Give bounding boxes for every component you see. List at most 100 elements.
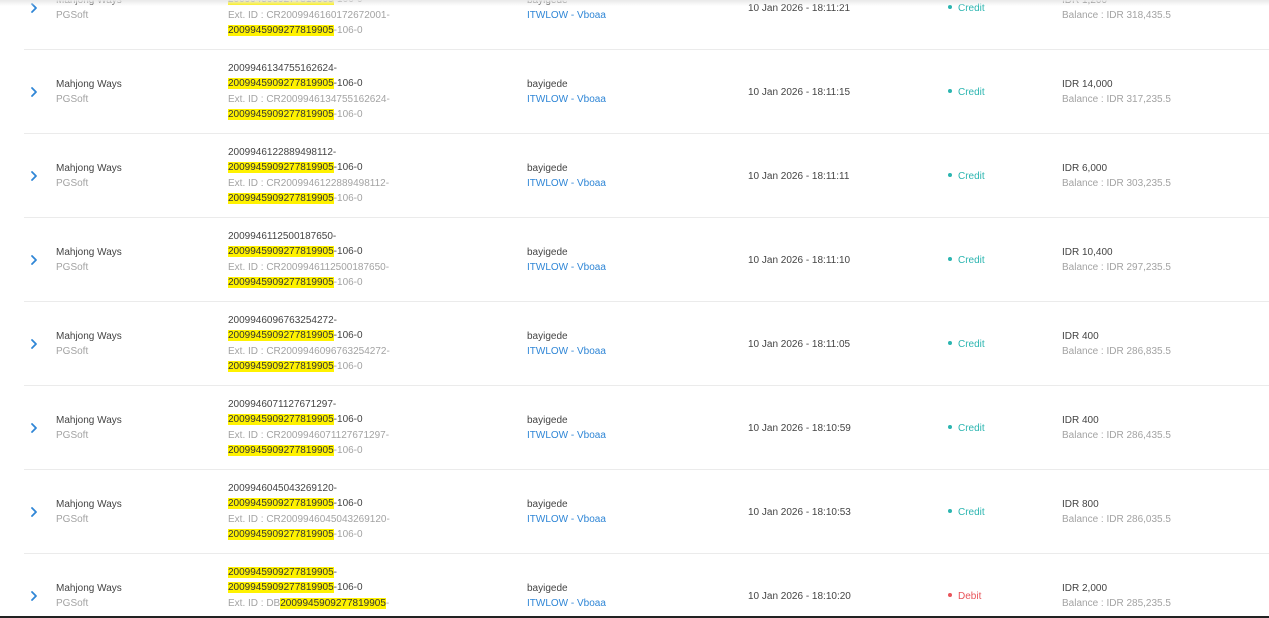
external-id-line: 2009945909277819905-106-0 xyxy=(228,360,363,373)
id-segment: Ext. ID : DB xyxy=(228,598,281,609)
highlighted-id: 2009945909277819905 xyxy=(228,529,334,540)
amount-value: IDR 6,000 xyxy=(1062,163,1108,174)
game-provider: PGSoft xyxy=(56,10,89,21)
external-id-line: Ext. ID : CR2009946122889498112- xyxy=(228,177,389,190)
external-id-line: 2009945909277819905-106-0 xyxy=(228,108,363,121)
game-provider: PGSoft xyxy=(56,430,89,441)
id-segment: 2009946134755162624- xyxy=(228,63,337,74)
transaction-id-line: 2009945909277819905-106-0 xyxy=(228,497,363,510)
external-id-line: 2009945909277819905-106-0 xyxy=(228,276,363,289)
table-row[interactable]: Mahjong Ways PGSoft 2009946071127671297- 20… xyxy=(24,386,1269,470)
external-id-line: 2009945909277819905-106-0 xyxy=(228,192,363,205)
transaction-id-line: 2009946134755162624- xyxy=(228,62,337,75)
id-segment: Ext. ID : CR2009946134755162624- xyxy=(228,94,390,105)
player-name: bayigede xyxy=(527,331,568,342)
chevron-right-icon[interactable] xyxy=(29,86,39,98)
chevron-right-icon[interactable] xyxy=(29,422,39,434)
agent-link[interactable]: ITWLOW - Vboaa xyxy=(527,9,606,22)
agent-link[interactable]: ITWLOW - Vboaa xyxy=(527,429,606,442)
id-segment: -106-0 xyxy=(333,330,363,341)
table-row[interactable]: Mahjong WaysPGSoft2009945909277819905-10… xyxy=(24,0,1269,50)
table-row[interactable]: Mahjong Ways PGSoft 2009946112500187650- 20… xyxy=(24,218,1269,302)
highlighted-id: 2009945909277819905 xyxy=(228,277,334,288)
table-row[interactable]: Mahjong Ways PGSoft 2009946134755162624- 20… xyxy=(24,50,1269,134)
transaction-id-line: 2009945909277819905-106-0 xyxy=(228,413,363,426)
external-id-line: Ext. ID : CR2009946096763254272- xyxy=(228,345,390,358)
player-name: bayigede xyxy=(527,499,568,510)
highlighted-id: 2009945909277819905 xyxy=(228,78,334,89)
game-name: Mahjong Ways xyxy=(56,583,122,594)
id-segment: 2009946045043269120- xyxy=(228,483,337,494)
game-provider: PGSoft xyxy=(56,598,89,609)
id-segment: -106-0 xyxy=(333,498,363,509)
id-segment: -106-0 xyxy=(333,414,363,425)
timestamp-text: 10 Jan 2026 - 18:11:05 xyxy=(748,339,851,350)
transaction-list: Mahjong WaysPGSoft2009945909277819905-10… xyxy=(0,0,1269,618)
agent-link[interactable]: ITWLOW - Vboaa xyxy=(527,93,606,106)
chevron-right-icon[interactable] xyxy=(29,170,39,182)
id-segment: -106-0 xyxy=(333,246,363,257)
game-provider: PGSoft xyxy=(56,514,89,525)
balance-value: Balance : IDR 286,035.5 xyxy=(1062,514,1171,525)
id-segment: 2009946071127671297- xyxy=(228,399,337,410)
chevron-right-icon[interactable] xyxy=(29,590,39,602)
timestamp-text: 10 Jan 2026 - 18:10:20 xyxy=(748,591,851,602)
external-id-line: 2009945909277819905-106-0 xyxy=(228,24,363,37)
id-segment: Ext. ID : CR2009946160172672001- xyxy=(228,10,390,21)
status-label: Credit xyxy=(948,170,985,183)
agent-link[interactable]: ITWLOW - Vboaa xyxy=(527,513,606,526)
highlighted-id: 2009945909277819905 xyxy=(228,330,334,341)
balance-value: Balance : IDR 303,235.5 xyxy=(1062,178,1171,189)
id-segment: -106-0 xyxy=(333,361,363,372)
balance-value: Balance : IDR 286,435.5 xyxy=(1062,430,1171,441)
table-row[interactable]: Mahjong Ways PGSoft 2009946045043269120- 20… xyxy=(24,470,1269,554)
game-provider: PGSoft xyxy=(56,346,89,357)
chevron-right-icon[interactable] xyxy=(29,506,39,518)
amount-value: IDR 14,000 xyxy=(1062,79,1113,90)
timestamp-text: 10 Jan 2026 - 18:10:53 xyxy=(748,507,851,518)
status-label: Credit xyxy=(948,422,985,435)
status-text: Credit xyxy=(958,339,985,350)
highlighted-id: 2009945909277819905 xyxy=(228,25,334,36)
chevron-right-icon[interactable] xyxy=(29,254,39,266)
agent-link[interactable]: ITWLOW - Vboaa xyxy=(527,261,606,274)
transaction-id-line: 2009946122889498112- xyxy=(228,146,336,159)
status-text: Credit xyxy=(958,507,985,518)
transaction-id-line: 2009945909277819905-106-0 xyxy=(228,329,363,342)
table-row[interactable]: Mahjong Ways PGSoft 2009945909277819905- 20… xyxy=(24,554,1269,618)
transaction-id-line: 2009946112500187650- xyxy=(228,230,336,243)
id-segment: -106-0 xyxy=(333,529,363,540)
balance-value: Balance : IDR 285,235.5 xyxy=(1062,598,1171,609)
agent-link[interactable]: ITWLOW - Vboaa xyxy=(527,345,606,358)
timestamp-text: 10 Jan 2026 - 18:11:15 xyxy=(748,87,851,98)
game-name: Mahjong Ways xyxy=(56,499,122,510)
agent-link[interactable]: ITWLOW - Vboaa xyxy=(527,177,606,190)
status-dot-icon xyxy=(948,173,952,178)
status-label: Credit xyxy=(948,254,985,267)
external-id-line: Ext. ID : CR2009946112500187650- xyxy=(228,261,389,274)
game-name: Mahjong Ways xyxy=(56,163,122,174)
highlighted-id: 2009945909277819905 xyxy=(228,162,334,173)
agent-link[interactable]: ITWLOW - Vboaa xyxy=(527,597,606,610)
external-id-line: Ext. ID : CR2009946134755162624- xyxy=(228,93,390,106)
highlighted-id: 2009945909277819905 xyxy=(228,567,334,578)
game-provider: PGSoft xyxy=(56,94,89,105)
table-row[interactable]: Mahjong Ways PGSoft 2009946096763254272- 20… xyxy=(24,302,1269,386)
id-segment: - xyxy=(333,567,338,578)
external-id-line: Ext. ID : DB2009945909277819905- xyxy=(228,597,389,610)
id-segment: 2009946122889498112- xyxy=(228,147,337,158)
external-id-line: Ext. ID : CR2009946160172672001- xyxy=(228,9,390,22)
highlighted-id: 2009945909277819905 xyxy=(228,246,334,257)
table-row[interactable]: Mahjong Ways PGSoft 2009946122889498112- 20… xyxy=(24,134,1269,218)
transaction-id-line: 2009946045043269120- xyxy=(228,482,337,495)
timestamp-text: 10 Jan 2026 - 18:10:59 xyxy=(748,423,851,434)
transaction-id-line: 2009946071127671297- xyxy=(228,398,336,411)
highlighted-id: 2009945909277819905 xyxy=(280,598,386,609)
player-name: bayigede xyxy=(527,163,568,174)
chevron-right-icon[interactable] xyxy=(29,338,39,350)
balance-value: Balance : IDR 297,235.5 xyxy=(1062,262,1171,273)
id-segment: -106-0 xyxy=(333,193,363,204)
id-segment: -106-0 xyxy=(333,445,363,456)
status-label: Credit xyxy=(948,86,985,99)
amount-value: IDR 800 xyxy=(1062,499,1099,510)
